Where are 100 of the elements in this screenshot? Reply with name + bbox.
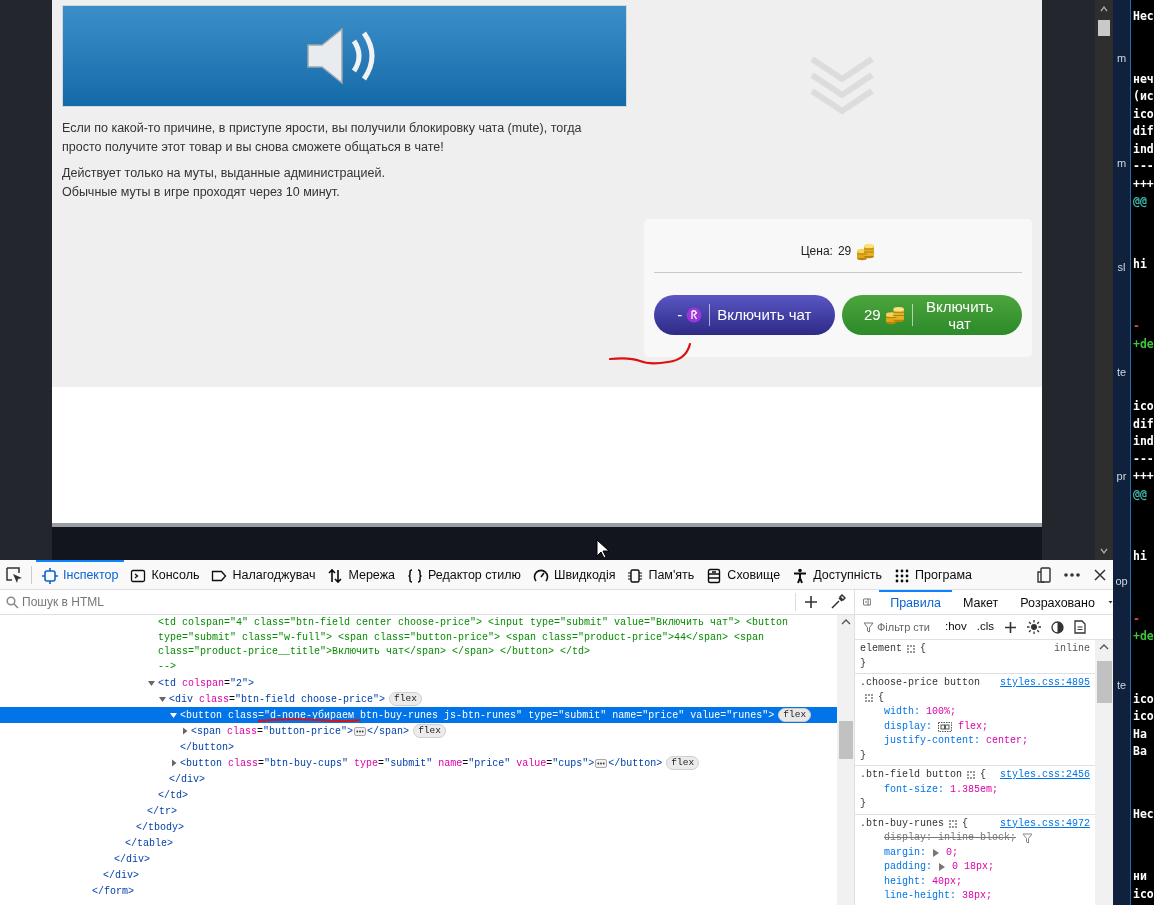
toggle-pane-icon[interactable]: [863, 595, 872, 609]
document-icon[interactable]: [1074, 620, 1086, 634]
css-property[interactable]: margin:: [884, 845, 926, 860]
expand-triangle-icon[interactable]: [932, 847, 940, 858]
scroll-up-icon[interactable]: [1099, 4, 1109, 14]
pseudo-class-toggle[interactable]: :hov: [945, 618, 967, 636]
css-value[interactable]: 40px;: [932, 874, 963, 889]
enable-chat-runes-button[interactable]: - Включить чат: [654, 295, 835, 335]
sidebar-tab[interactable]: Правила: [879, 589, 952, 615]
scroll-down-icon[interactable]: [1099, 546, 1109, 556]
stylesheet-link[interactable]: styles.css:4895: [1000, 676, 1090, 691]
enable-chat-coins-button[interactable]: 29 Включить чат: [841, 295, 1022, 335]
html-node[interactable]: <span class="button-price">: [191, 723, 354, 739]
css-value[interactable]: 38px;: [962, 889, 993, 904]
pseudo-class-toggle[interactable]: .cls: [976, 618, 994, 636]
sidebar-tab[interactable]: Розраховано: [1009, 589, 1106, 615]
scrollbar[interactable]: [1095, 0, 1113, 560]
stylesheet-link[interactable]: styles.css:4972: [1000, 816, 1090, 831]
element-picker-icon[interactable]: [5, 565, 23, 584]
css-property[interactable]: width:: [884, 705, 920, 720]
html-search-field[interactable]: Пошук в HTML: [22, 593, 795, 611]
devtools-tab[interactable]: Швидкодія: [526, 559, 622, 590]
tree-row[interactable]: </tr>: [0, 803, 837, 819]
terminal-line: Нес: [1133, 8, 1154, 25]
html-node[interactable]: <div class="btn-field choose-price">: [169, 691, 386, 707]
css-property[interactable]: height:: [884, 874, 926, 889]
grid-icon: [966, 770, 977, 781]
ellipsis-icon[interactable]: [354, 726, 367, 736]
css-property[interactable]: font-size:: [884, 782, 944, 797]
devtools-tab[interactable]: Налагоджувач: [205, 559, 322, 590]
tree-row[interactable]: <span class="button-price"> </span> flex: [0, 723, 837, 739]
collapse-triangle-icon[interactable]: [168, 710, 180, 720]
html-node[interactable]: <td colspan="2">: [158, 675, 255, 691]
css-value[interactable]: 1.385em;: [950, 782, 999, 797]
flex-badge[interactable]: flex: [413, 724, 446, 738]
tree-row[interactable]: </div>: [0, 867, 837, 883]
devtools-tab[interactable]: Сховище: [700, 559, 787, 590]
terminal-line: ico: [1133, 690, 1154, 708]
css-property[interactable]: justify-content:: [884, 734, 980, 749]
devtools-tab[interactable]: Консоль: [124, 559, 206, 590]
scroll-up-icon[interactable]: [840, 618, 851, 626]
css-value[interactable]: 0;: [946, 845, 959, 860]
contrast-icon[interactable]: [1051, 620, 1064, 634]
flex-badge[interactable]: flex: [389, 692, 422, 706]
coins-icon: [884, 305, 905, 325]
css-property[interactable]: display:: [884, 719, 932, 734]
scrollbar[interactable]: [837, 615, 854, 905]
tree-row[interactable]: </table>: [0, 835, 837, 851]
collapse-triangle-icon[interactable]: [157, 694, 169, 704]
terminal-line: @@: [1133, 485, 1148, 503]
devtools-tab[interactable]: Пам'ять: [621, 559, 701, 590]
eyedropper-icon[interactable]: [830, 594, 846, 610]
selected-row[interactable]: <button class="d-none-убираем btn-buy-runes js-btn-runes" type="submit" name="price" value="runes"> flex: [0, 707, 837, 723]
css-property[interactable]: padding:: [884, 860, 932, 875]
html-node[interactable]: <button class="d-none-убираем btn-buy-runes js-btn-runes" type="submit" name="price" value="runes">: [180, 707, 775, 723]
add-node-icon[interactable]: [804, 595, 818, 609]
css-value[interactable]: 0 18px;: [952, 860, 995, 875]
css-declaration[interactable]: display: inline-block;: [884, 831, 1017, 846]
ellipsis-icon[interactable]: [595, 758, 608, 768]
stylesheet-link[interactable]: styles.css:2456: [1000, 768, 1090, 783]
close-icon[interactable]: [1093, 567, 1107, 582]
tree-row[interactable]: </div>: [0, 851, 837, 867]
terminal-line: dif: [1133, 123, 1154, 140]
scrollbar-thumb[interactable]: [1096, 661, 1112, 703]
mouse-cursor-icon: [596, 539, 610, 559]
flex-badge[interactable]: flex: [778, 708, 812, 722]
collapse-triangle-icon[interactable]: [146, 678, 158, 688]
scrollbar-thumb[interactable]: [1098, 20, 1110, 36]
devtools-tab[interactable]: Редактор стилю: [401, 559, 527, 590]
sidebar-tab[interactable]: Макет: [951, 589, 1010, 615]
light-mode-icon[interactable]: [1027, 620, 1041, 634]
filter-icon[interactable]: [1022, 832, 1034, 844]
css-property[interactable]: line-height:: [884, 889, 956, 904]
flex-badge[interactable]: flex: [666, 756, 700, 770]
css-value[interactable]: flex;: [958, 719, 989, 734]
scroll-up-icon[interactable]: [1099, 643, 1109, 651]
responsive-design-icon[interactable]: [1035, 565, 1053, 584]
scrollbar-thumb[interactable]: [838, 721, 853, 759]
html-node[interactable]: <button class="btn-buy-cups" type="submit" name="price" value="cups">: [180, 755, 595, 771]
scrollbar[interactable]: [1095, 640, 1113, 905]
devtools-tab[interactable]: Інспектор: [36, 559, 125, 590]
devtools-tab[interactable]: Мережа: [321, 559, 401, 590]
tree-row[interactable]: </form>: [0, 883, 837, 899]
css-value[interactable]: 100%;: [926, 705, 957, 720]
grid-icon: [948, 818, 958, 829]
chip-icon: [627, 567, 644, 584]
tree-row[interactable]: <td colspan="2">: [0, 675, 837, 691]
price-value: 29: [837, 243, 852, 260]
expand-triangle-icon[interactable]: [938, 862, 946, 873]
devtools-tab[interactable]: Програма: [888, 559, 978, 590]
tree-row[interactable]: <button class="btn-buy-cups" type="submit" name="price" value="cups"> </button> flex: [0, 755, 837, 771]
coins-icon: [856, 241, 876, 261]
filter-styles-field[interactable]: Фільтр сти: [863, 618, 935, 636]
tree-row[interactable]: </tbody>: [0, 819, 837, 835]
tree-row[interactable]: <div class="btn-field choose-price"> flex: [0, 691, 837, 707]
flexbox-icon[interactable]: [938, 721, 952, 732]
add-rule-icon[interactable]: [1004, 620, 1017, 634]
css-selector: .btn-field button: [860, 768, 963, 782]
css-value[interactable]: center;: [986, 734, 1029, 749]
devtools-tab[interactable]: Доступність: [786, 559, 889, 590]
